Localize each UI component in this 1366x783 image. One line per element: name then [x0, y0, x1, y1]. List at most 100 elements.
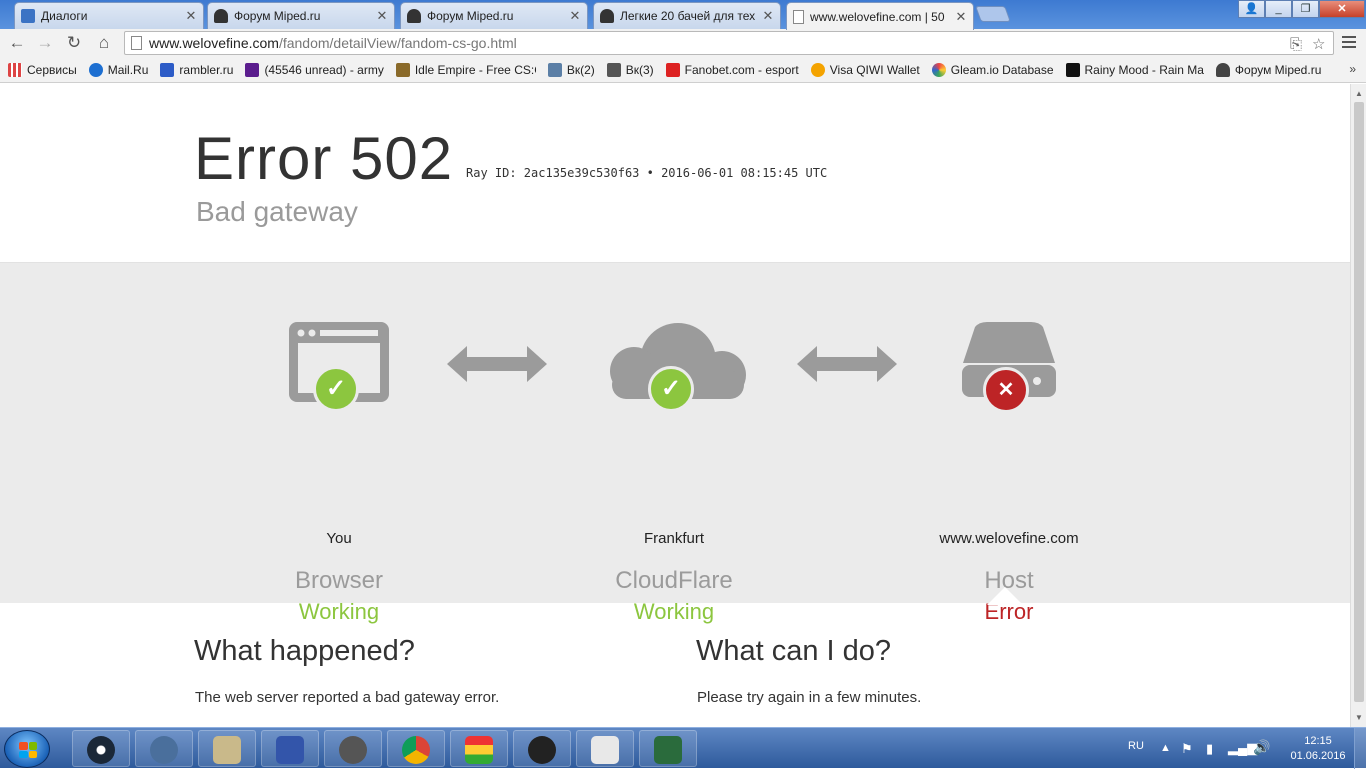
bookmark-label: Visa QIWI Wallet [829, 63, 920, 77]
paint-icon [213, 736, 241, 764]
close-icon[interactable]: ✕ [762, 8, 774, 24]
settings-icon [339, 736, 367, 764]
bookmark-qiwi[interactable]: Visa QIWI Wallet [810, 63, 920, 77]
miped-icon [407, 9, 421, 23]
page-icon [793, 9, 804, 24]
home-icon[interactable]: ⌂ [93, 32, 115, 54]
translate-icon[interactable]: ⎘ [1290, 34, 1302, 56]
start-button[interactable] [4, 730, 50, 768]
idle-empire-icon [395, 63, 410, 77]
taskbar-app-bluestacks[interactable] [450, 730, 508, 767]
bookmark-vk-2[interactable]: Вк(2) [547, 63, 595, 77]
tab-label: Форум Miped.ru [234, 9, 321, 23]
tab-miped-1[interactable]: Форум Miped.ru ✕ [207, 2, 395, 29]
tab-label: Легкие 20 бачей для тех, к [620, 9, 756, 23]
taskbar-app-chrome[interactable] [387, 730, 445, 767]
deer-icon [606, 63, 621, 77]
scroll-up-icon[interactable]: ▲ [1355, 89, 1363, 98]
bookmark-yahoo-mail[interactable]: (45546 unread) - army [245, 63, 384, 77]
what-happened-heading: What happened? [194, 635, 415, 667]
bookmark-miped[interactable]: Форум Miped.ru [1215, 63, 1321, 77]
bookmark-mailru[interactable]: Mail.Ru [88, 63, 149, 77]
back-arrow-icon[interactable]: ← [6, 32, 28, 54]
taskbar-app-teamspeak[interactable] [135, 730, 193, 767]
window-close-button[interactable]: ✕ [1319, 0, 1365, 18]
bookmark-label: Сервисы [27, 63, 77, 77]
battery-icon[interactable]: ▮ [1206, 741, 1213, 782]
taskbar-app-snipping[interactable] [576, 730, 634, 767]
system-clock[interactable]: 12:15 01.06.2016 [1286, 734, 1350, 764]
close-icon[interactable]: ✕ [185, 8, 197, 24]
bookmark-rainy-mood[interactable]: Rainy Mood - Rain Ma [1065, 63, 1204, 77]
scroll-down-icon[interactable]: ▼ [1355, 713, 1363, 722]
scroll-thumb[interactable] [1354, 102, 1364, 702]
user-icon[interactable]: 👤 [1238, 0, 1265, 18]
reload-icon[interactable]: ↻ [63, 32, 85, 54]
rainy-mood-icon [1065, 63, 1080, 77]
language-indicator[interactable]: RU [1128, 740, 1144, 781]
new-tab-button[interactable] [975, 6, 1011, 22]
address-bar[interactable]: www.welovefine.com/fandom/detailView/fan… [124, 31, 1334, 55]
tab-dialogs[interactable]: Диалоги ✕ [14, 2, 204, 29]
tab-label: Форум Miped.ru [427, 9, 514, 23]
close-icon[interactable]: ✕ [955, 9, 967, 25]
bookmark-label: Mail.Ru [107, 63, 149, 77]
taskbar-app-paint[interactable] [198, 730, 256, 767]
flag-alert-icon[interactable]: ⚑ [1181, 741, 1193, 782]
bookmark-label: Rainy Mood - Rain Ma [1084, 63, 1204, 77]
close-icon[interactable]: ✕ [376, 8, 388, 24]
steam-icon [87, 736, 115, 764]
pointer-notch [987, 587, 1023, 605]
bookmark-label: Idle Empire - Free CS:G [414, 63, 536, 77]
vk-icon [547, 63, 562, 77]
minimize-button[interactable]: _ [1265, 0, 1292, 18]
vertical-scrollbar[interactable]: ▲ ▼ [1350, 84, 1366, 727]
double-arrow-icon [447, 346, 547, 382]
miped-icon [600, 9, 614, 23]
more-bookmarks-icon[interactable]: » [1349, 62, 1356, 76]
taskbar-app-obs[interactable] [513, 730, 571, 767]
taskbar-app-settings[interactable] [324, 730, 382, 767]
volume-icon[interactable]: 🔊 [1253, 739, 1270, 780]
star-icon[interactable]: ☆ [1312, 34, 1325, 56]
show-desktop-button[interactable] [1354, 728, 1366, 769]
rambler-icon [160, 63, 175, 77]
bookmark-services[interactable]: Сервисы [8, 63, 77, 77]
bookmark-idle-empire[interactable]: Idle Empire - Free CS:G [395, 63, 536, 77]
obs-icon [528, 736, 556, 764]
tab-miped-2[interactable]: Форум Miped.ru ✕ [400, 2, 588, 29]
clock-date: 01.06.2016 [1290, 750, 1346, 762]
node-kind: Browser [294, 567, 384, 594]
bookmark-gleam[interactable]: Gleam.io Database [931, 63, 1054, 77]
apps-icon [8, 63, 22, 77]
tab-label: www.welovefine.com | 50 [810, 9, 945, 24]
restore-button[interactable]: ❐ [1292, 0, 1319, 18]
close-icon[interactable]: ✕ [569, 8, 581, 24]
miped-icon [1215, 63, 1230, 77]
bookmark-label: (45546 unread) - army [264, 63, 384, 77]
node-location: Frankfurt [643, 530, 704, 547]
window-controls: 👤 _ ❐ ✕ [1238, 0, 1365, 18]
tab-welovefine[interactable]: www.welovefine.com | 50 ✕ [786, 2, 974, 30]
bookmark-vk-3[interactable]: Вк(3) [606, 63, 654, 77]
error-subtitle: Bad gateway [196, 196, 358, 227]
check-icon: ✓ [648, 366, 694, 412]
photo-editor-icon [276, 736, 304, 764]
taskbar-app-monitor[interactable] [639, 730, 697, 767]
bookmarks-bar: Сервисы Mail.Ru rambler.ru (45546 unread… [0, 58, 1366, 83]
taskbar-app-steam[interactable] [72, 730, 130, 767]
taskbar: RU ▲ ⚑ ▮ ▂▄▆ 🔊 12:15 01.06.2016 [0, 727, 1366, 769]
forward-arrow-icon[interactable]: → [34, 32, 56, 54]
bookmark-rambler[interactable]: rambler.ru [160, 63, 233, 77]
menu-icon[interactable] [1340, 33, 1358, 51]
page-icon [131, 36, 142, 50]
status-diagram: ✓ ✓ ✕ You Browser Working Frankfurt Clou… [0, 262, 1350, 624]
tab-miped-3[interactable]: Легкие 20 бачей для тех, к ✕ [593, 2, 781, 29]
double-arrow-icon [797, 346, 897, 382]
bookmark-fanobet[interactable]: Fanobet.com - esport [665, 63, 799, 77]
bookmark-label: Вк(3) [625, 63, 654, 77]
tray-expand-icon[interactable]: ▲ [1160, 742, 1171, 783]
node-location: You [326, 530, 352, 547]
tab-label: Диалоги [41, 9, 88, 23]
taskbar-app-photo-editor[interactable] [261, 730, 319, 767]
